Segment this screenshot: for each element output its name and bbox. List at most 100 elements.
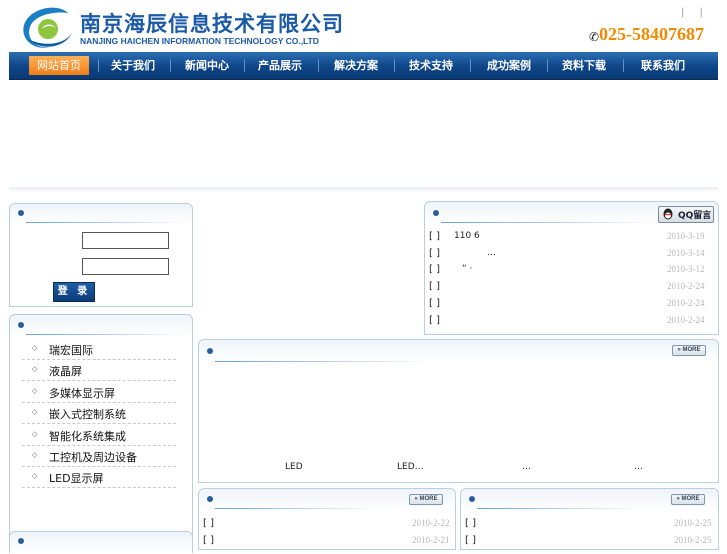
nav-divider (547, 59, 548, 72)
username-input[interactable] (82, 232, 169, 249)
category-label: 工控机及周边设备 (49, 451, 137, 464)
news-row[interactable]: [ ] “ · 2010-3-12 (429, 264, 707, 280)
list-bracket: [ ] (465, 518, 476, 529)
news-bracket: [ ] (429, 264, 440, 275)
list-row[interactable]: [ ] 2010-2-25 (465, 518, 713, 534)
panel-header (199, 340, 718, 362)
news-row[interactable]: [ ] 2010-2-24 (429, 281, 707, 297)
bullet-icon (18, 322, 24, 328)
category-label: LED显示屏 (49, 472, 104, 485)
header-rule (215, 508, 375, 509)
news-bracket: [ ] (429, 281, 440, 292)
login-button[interactable]: 登 录 (53, 282, 95, 302)
category-item[interactable]: ◇ 瑞宏国际 (22, 338, 176, 360)
news-row[interactable]: [ ] 110 6 2010-3-19 (429, 231, 707, 247)
header-rule (26, 334, 186, 335)
more-button[interactable]: » MORE (671, 494, 705, 505)
nav-divider (244, 59, 245, 72)
news-date: 2010-3-14 (667, 248, 705, 258)
product-caption[interactable]: … (522, 462, 531, 472)
news-title: … (487, 248, 496, 258)
more-button[interactable]: » MORE (409, 494, 443, 505)
category-label: 嵌入式控制系统 (49, 408, 126, 421)
product-caption[interactable]: … (634, 462, 643, 472)
header-rule (215, 361, 435, 362)
diamond-bullet-icon: ◇ (32, 365, 38, 373)
company-name-en: NANJING HAICHEN INFORMATION TECHNOLOGY C… (80, 36, 319, 46)
list-date: 2010-2-22 (412, 518, 450, 528)
list-row[interactable]: [ ] 2010-2-22 (203, 518, 451, 534)
nav-products[interactable]: 产品展示 (252, 56, 308, 75)
qq-penguin-icon (663, 208, 673, 220)
news-bracket: [ ] (429, 315, 440, 326)
bullet-icon (18, 210, 24, 216)
nav-news[interactable]: 新闻中心 (179, 56, 235, 75)
news-bracket: [ ] (429, 231, 440, 242)
company-logo (20, 5, 76, 51)
login-panel (9, 203, 193, 307)
header-rule (26, 222, 186, 223)
password-input[interactable] (82, 258, 169, 275)
bullet-icon (207, 348, 213, 354)
list-bracket: [ ] (203, 518, 214, 529)
category-item[interactable]: ◇ 智能化系统集成 (22, 424, 176, 446)
news-row[interactable]: [ ] … 2010-3-14 (429, 248, 707, 264)
news-row[interactable]: [ ] 2010-2-24 (429, 315, 707, 331)
nav-downloads[interactable]: 资料下载 (556, 56, 612, 75)
phone-number: 025-58407687 (599, 24, 704, 44)
qq-message-button[interactable]: QQ留言 (658, 206, 714, 223)
header-rule (441, 222, 661, 223)
nav-divider (623, 59, 624, 72)
list-row[interactable]: [ ] 2010-2-21 (203, 535, 451, 551)
news-row[interactable]: [ ] 2010-2-24 (429, 298, 707, 314)
news-date: 2010-2-24 (667, 315, 705, 325)
contact-panel (9, 531, 193, 554)
nav-solutions[interactable]: 解决方案 (327, 56, 385, 75)
diamond-bullet-icon: ◇ (32, 430, 38, 438)
nav-cases[interactable]: 成功案例 (481, 56, 537, 75)
news-date: 2010-3-12 (667, 264, 705, 274)
diamond-bullet-icon: ◇ (32, 408, 38, 416)
category-item[interactable]: ◇ LED显示屏 (22, 466, 176, 488)
nav-contact[interactable]: 联系我们 (635, 56, 691, 75)
category-item[interactable]: ◇ 工控机及周边设备 (22, 445, 176, 467)
nav-support[interactable]: 技术支持 (403, 56, 459, 75)
list-bracket: [ ] (203, 535, 214, 546)
product-caption[interactable]: LED (285, 462, 303, 472)
product-caption[interactable]: LED… (397, 462, 424, 472)
nav-home[interactable]: 网站首页 (29, 56, 89, 75)
list-date: 2010-2-25 (674, 535, 712, 545)
nav-divider (98, 59, 99, 72)
header-rule (477, 508, 637, 509)
phone-icon: ✆ (589, 30, 600, 44)
bullet-icon (207, 496, 213, 502)
category-label: 多媒体显示屏 (49, 387, 115, 400)
main-nav: 网站首页 关于我们 新闻中心 产品展示 解决方案 技术支持 成功案例 资料下载 … (9, 52, 718, 80)
nav-divider (470, 59, 471, 72)
nav-about[interactable]: 关于我们 (105, 56, 161, 75)
list-date: 2010-2-25 (674, 518, 712, 528)
list-bracket: [ ] (465, 535, 476, 546)
bullet-icon (433, 210, 439, 216)
list-row[interactable]: [ ] 2010-2-25 (465, 535, 713, 551)
news-date: 2010-2-24 (667, 281, 705, 291)
more-button[interactable]: » MORE (672, 345, 706, 356)
category-item[interactable]: ◇ 嵌入式控制系统 (22, 402, 176, 424)
panel-header (10, 532, 192, 554)
news-title: 110 6 (454, 231, 480, 241)
news-title: “ · (462, 264, 473, 274)
nav-divider (170, 59, 171, 72)
company-name-cn: 南京海辰信息技术有限公司 (80, 12, 344, 36)
diamond-bullet-icon: ◇ (32, 451, 38, 459)
news-date: 2010-2-24 (667, 298, 705, 308)
news-bracket: [ ] (429, 298, 440, 309)
category-item[interactable]: ◇ 多媒体显示屏 (22, 381, 176, 403)
category-label: 智能化系统集成 (49, 430, 126, 443)
top-links[interactable]: | | (681, 7, 709, 18)
banner-divider (9, 187, 718, 192)
nav-divider (394, 59, 395, 72)
bullet-icon (469, 496, 475, 502)
news-bracket: [ ] (429, 248, 440, 259)
category-label: 液晶屏 (49, 365, 82, 378)
category-item[interactable]: ◇ 液晶屏 (22, 359, 176, 381)
